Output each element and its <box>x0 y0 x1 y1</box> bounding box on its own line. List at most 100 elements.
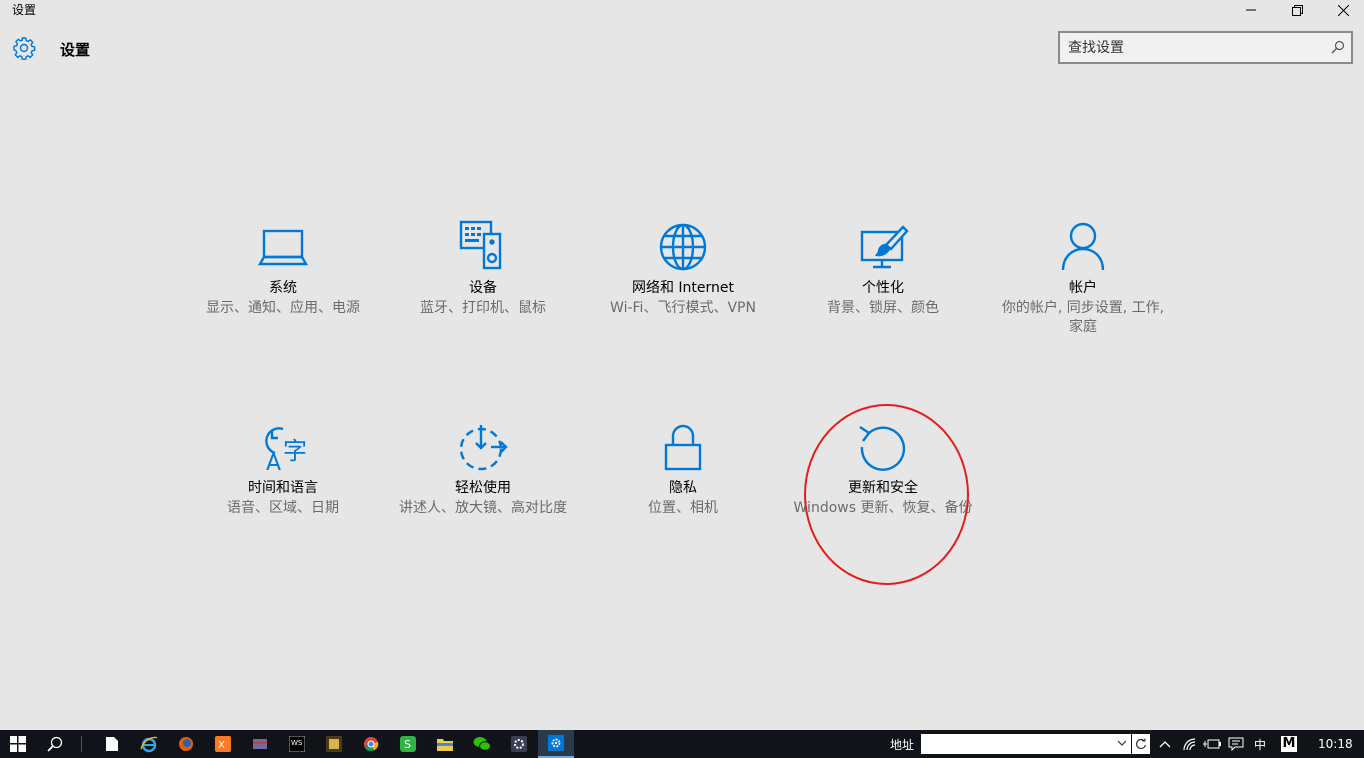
restore-button[interactable] <box>1274 0 1320 20</box>
gear-icon <box>13 37 36 60</box>
settings-header: 设置 <box>0 30 1364 70</box>
tile-title: 更新和安全 <box>848 480 918 496</box>
taskbar-wechat-app[interactable] <box>464 730 500 758</box>
taskbar-firefox-app[interactable] <box>168 730 204 758</box>
search-icon[interactable] <box>1331 40 1345 54</box>
tile-ease-of-access[interactable]: 轻松使用 讲述人、放大镜、高对比度 <box>393 419 573 518</box>
tile-description: 显示、通知、应用、电源 <box>206 300 360 316</box>
clock[interactable]: 10:18 <box>1318 737 1353 751</box>
svg-text:字: 字 <box>283 437 307 465</box>
network-tray[interactable] <box>1180 730 1200 758</box>
tile-personalization[interactable]: 个性化 背景、锁屏、颜色 <box>793 219 973 318</box>
search-box[interactable] <box>1058 31 1353 64</box>
minimize-icon <box>1246 9 1256 11</box>
tile-time-language[interactable]: A 字 时间和语言 语音、区域、日期 <box>193 419 373 518</box>
taskbar-file-explorer-app[interactable] <box>427 730 463 758</box>
taskbar-webstorm-app[interactable]: WS <box>279 730 315 758</box>
search-icon <box>47 736 63 752</box>
message-icon <box>1228 737 1244 751</box>
close-button[interactable] <box>1320 0 1364 20</box>
tile-description: 位置、相机 <box>648 500 718 516</box>
folder-icon <box>437 739 453 751</box>
tile-description: Wi-Fi、飞行模式、VPN <box>610 300 756 316</box>
refresh-icon <box>859 426 906 471</box>
start-button[interactable] <box>0 730 36 758</box>
tile-title: 轻松使用 <box>455 480 511 496</box>
address-go-button[interactable] <box>1132 734 1150 754</box>
ease-of-access-icon <box>459 425 508 471</box>
ime-language-button[interactable]: 中 <box>1250 730 1270 758</box>
tile-title: 时间和语言 <box>248 480 318 496</box>
personalization-icon <box>860 225 909 269</box>
tile-description: 语音、区域、日期 <box>227 500 339 516</box>
ime-mode-button[interactable]: M <box>1278 730 1300 758</box>
tile-network[interactable]: 网络和 Internet Wi-Fi、飞行模式、VPN <box>593 219 773 318</box>
time-language-icon: A 字 <box>265 427 307 475</box>
taskbar-app-5[interactable] <box>242 730 278 758</box>
taskbar-ie-app[interactable] <box>131 730 167 758</box>
svg-text:X: X <box>218 740 225 751</box>
chrome-icon <box>364 737 379 752</box>
power-tray[interactable] <box>1202 730 1222 758</box>
taskbar-file-app[interactable] <box>94 730 130 758</box>
show-hidden-icons-button[interactable] <box>1156 730 1174 758</box>
taskbar-xampp-app[interactable]: X <box>205 730 241 758</box>
film-icon <box>326 736 342 752</box>
battery-plug-icon <box>1203 739 1221 749</box>
taskbar-separator <box>81 736 82 752</box>
firefox-icon <box>179 737 193 751</box>
person-icon <box>1061 222 1105 271</box>
file-icon <box>106 737 118 751</box>
ime-mode-indicator: M <box>1281 736 1297 752</box>
tile-description: Windows 更新、恢复、备份 <box>793 500 973 516</box>
page-title: 设置 <box>60 41 91 59</box>
close-icon <box>1337 4 1349 16</box>
search-input[interactable] <box>1068 38 1318 58</box>
svg-text:A: A <box>266 451 281 475</box>
tile-accounts[interactable]: 帐户 你的帐户, 同步设置, 工作, 家庭 <box>993 219 1173 337</box>
devices-icon <box>459 220 502 270</box>
wechat-icon <box>473 737 491 751</box>
title-bar: 设置 <box>0 0 1364 20</box>
tile-devices[interactable]: 设备 蓝牙、打印机、鼠标 <box>393 219 573 318</box>
taskbar-chrome-app[interactable] <box>353 730 389 758</box>
chevron-down-icon[interactable] <box>1117 737 1127 749</box>
laptop-icon <box>257 229 309 266</box>
wifi-icon <box>1183 738 1196 751</box>
restore-icon <box>1291 4 1303 16</box>
tile-title: 系统 <box>269 280 297 296</box>
green-s-icon: S <box>400 736 416 752</box>
taskbar-search-button[interactable] <box>37 730 73 758</box>
globe-icon <box>659 223 707 271</box>
taskbar-app-12[interactable] <box>501 730 537 758</box>
refresh-icon <box>1136 738 1147 749</box>
app-window-icon <box>253 739 267 749</box>
notification-tray[interactable] <box>1226 730 1246 758</box>
address-input[interactable] <box>921 734 1131 754</box>
tile-title: 设备 <box>469 280 497 296</box>
tile-description: 背景、锁屏、颜色 <box>827 300 939 316</box>
tile-title: 帐户 <box>1069 280 1097 296</box>
taskbar-settings-app[interactable] <box>538 730 574 758</box>
xampp-icon: X <box>215 736 231 752</box>
taskbar-app-7[interactable] <box>316 730 352 758</box>
lock-icon <box>664 424 702 471</box>
tile-title: 网络和 Internet <box>631 280 735 296</box>
internet-explorer-icon <box>140 736 158 753</box>
tile-description: 你的帐户, 同步设置, 工作, 家庭 <box>1001 300 1165 335</box>
webstorm-icon: WS <box>289 736 305 752</box>
window-title: 设置 <box>12 3 37 17</box>
tile-title: 隐私 <box>669 480 697 496</box>
taskbar-app-9[interactable]: S <box>390 730 426 758</box>
minimize-button[interactable] <box>1228 0 1274 20</box>
tile-update-security[interactable]: 更新和安全 Windows 更新、恢复、备份 <box>793 419 973 518</box>
settings-icon <box>548 735 564 751</box>
ime-indicator: 中 <box>1253 737 1266 752</box>
tile-privacy[interactable]: 隐私 位置、相机 <box>593 419 773 518</box>
svg-text:WS: WS <box>291 739 303 747</box>
chevron-up-icon <box>1159 741 1171 748</box>
tile-system[interactable]: 系统 显示、通知、应用、电源 <box>193 219 373 318</box>
address-toolbar-label: 地址 <box>890 738 915 752</box>
svg-text:S: S <box>404 738 411 751</box>
tile-description: 讲述人、放大镜、高对比度 <box>399 500 567 516</box>
